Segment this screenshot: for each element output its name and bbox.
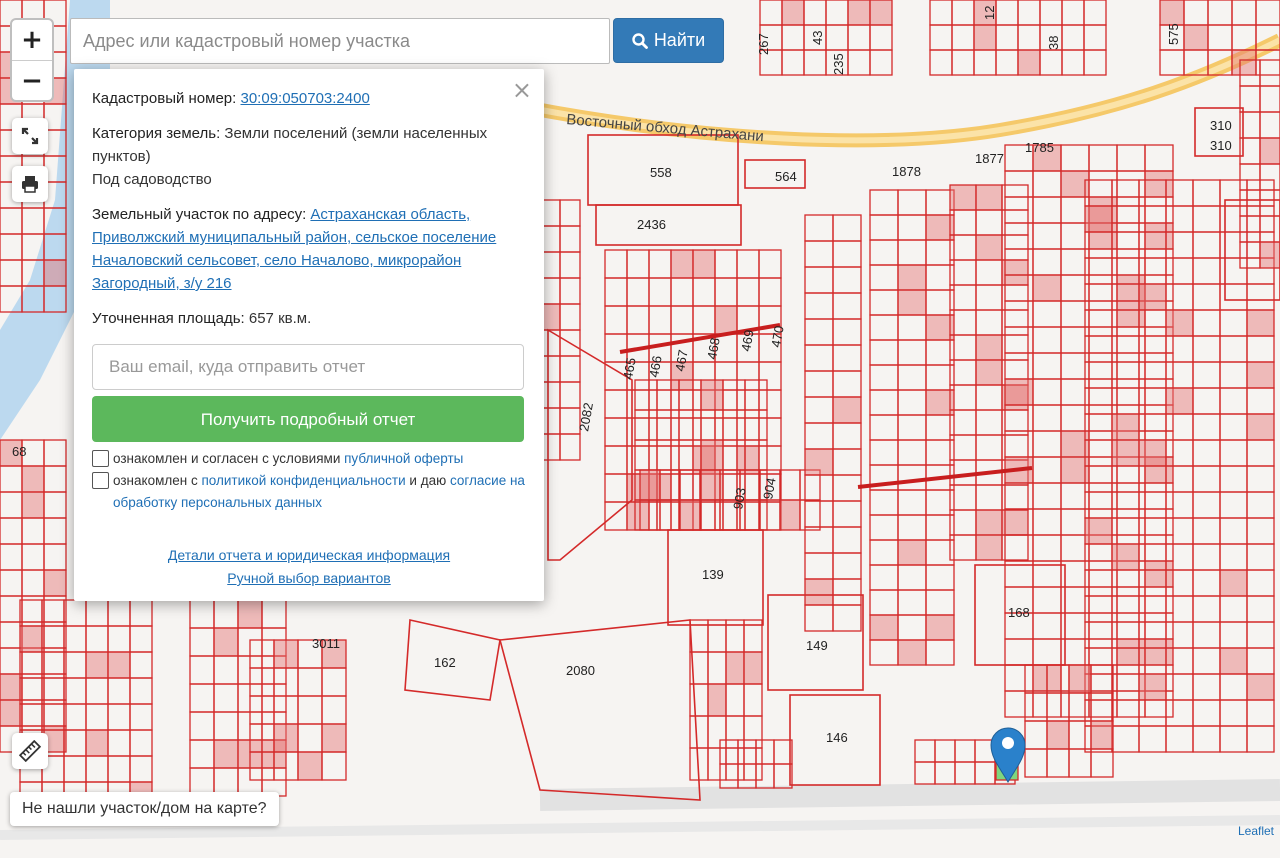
privacy-consent-text: ознакомлен с политикой конфиденциальност…: [113, 470, 526, 514]
parcel-number-label: 12: [982, 6, 997, 20]
parcel-info-popup: × Кадастровый номер: 30:09:050703:2400 К…: [74, 69, 544, 601]
privacy-consent-tail: и даю: [409, 473, 447, 488]
cadastral-number-link[interactable]: 30:09:050703:2400: [241, 90, 370, 107]
offer-consent-label: ознакомлен и согласен с условиями: [113, 451, 341, 466]
privacy-consent-row: ознакомлен с политикой конфиденциальност…: [92, 470, 526, 514]
popup-close-button[interactable]: ×: [512, 77, 532, 103]
parcel-number-label: 68: [12, 444, 26, 459]
manual-selection-link[interactable]: Ручной выбор вариантов: [227, 567, 391, 590]
parcel-number-label: 146: [826, 730, 848, 745]
privacy-policy-link[interactable]: политикой конфиденциальности: [201, 473, 405, 488]
privacy-consent-checkbox[interactable]: [92, 472, 109, 489]
zoom-out-button[interactable]: −: [12, 60, 52, 100]
cadastral-label: Кадастровый номер:: [92, 90, 237, 107]
address-row: Земельный участок по адресу: Астраханска…: [92, 203, 526, 295]
land-use-value: Под садоводство: [92, 171, 212, 188]
parcel-number-label: 149: [806, 638, 828, 653]
report-details-link[interactable]: Детали отчета и юридическая информация: [168, 544, 450, 567]
print-button[interactable]: [12, 166, 48, 202]
privacy-consent-label: ознакомлен с: [113, 473, 198, 488]
ruler-icon: [19, 740, 41, 762]
parcel-number-label: 1878: [892, 164, 921, 179]
category-label: Категория земель:: [92, 125, 221, 142]
area-label: Уточненная площадь:: [92, 310, 245, 327]
area-value: 657 кв.м.: [248, 310, 312, 327]
fullscreen-icon: [21, 127, 39, 145]
not-found-button[interactable]: Не нашли участок/дом на карте?: [10, 792, 279, 826]
parcel-number-label: 43: [810, 31, 825, 45]
parcel-number-label: 3011: [312, 636, 340, 651]
parcel-number-label: 1785: [1025, 140, 1054, 155]
public-offer-link[interactable]: публичной оферты: [344, 451, 463, 466]
area-row: Уточненная площадь: 657 кв.м.: [92, 307, 526, 330]
search-icon: [632, 32, 648, 49]
zoom-in-button[interactable]: +: [12, 20, 52, 60]
parcel-number-label: 38: [1046, 36, 1061, 50]
email-input[interactable]: [92, 344, 524, 390]
search-button-label: Найти: [653, 30, 706, 50]
parcel-number-label: 575: [1166, 23, 1181, 45]
cadastral-row: Кадастровый номер: 30:09:050703:2400: [92, 87, 526, 110]
parcel-number-label: 558: [650, 165, 672, 180]
parcel-number-label: 168: [1008, 605, 1030, 620]
category-row: Категория земель: Земли поселений (земли…: [92, 122, 526, 191]
popup-footer-links: Детали отчета и юридическая информация Р…: [92, 544, 526, 590]
offer-consent-checkbox[interactable]: [92, 450, 109, 467]
parcel-number-label: 310: [1210, 138, 1232, 153]
parcel-number-label: 564: [775, 169, 797, 184]
ruler-button[interactable]: [12, 733, 48, 769]
get-report-button[interactable]: Получить подробный отчет: [92, 396, 524, 442]
zoom-control: + −: [10, 18, 54, 102]
address-label: Земельный участок по адресу:: [92, 206, 307, 223]
parcel-number-label: 139: [702, 567, 724, 582]
parcel-number-label: 267: [756, 33, 771, 55]
parcel-number-label: 1877: [975, 151, 1004, 166]
search-button[interactable]: Найти: [613, 18, 724, 63]
parcel-number-label: 310: [1210, 118, 1232, 133]
printer-icon: [22, 176, 38, 193]
parcel-number-label: 2436: [637, 217, 666, 232]
offer-consent-text: ознакомлен и согласен с условиями публич…: [113, 448, 463, 470]
parcel-number-label: 2080: [566, 663, 595, 678]
parcel-number-label: 162: [434, 655, 456, 670]
offer-consent-row: ознакомлен и согласен с условиями публич…: [92, 448, 526, 470]
leaflet-attribution-link[interactable]: Leaflet: [1238, 824, 1274, 838]
search-input[interactable]: [70, 18, 610, 64]
consent-block: ознакомлен и согласен с условиями публич…: [92, 448, 526, 514]
fullscreen-button[interactable]: [12, 118, 48, 154]
parcel-number-label: 235: [831, 53, 846, 75]
